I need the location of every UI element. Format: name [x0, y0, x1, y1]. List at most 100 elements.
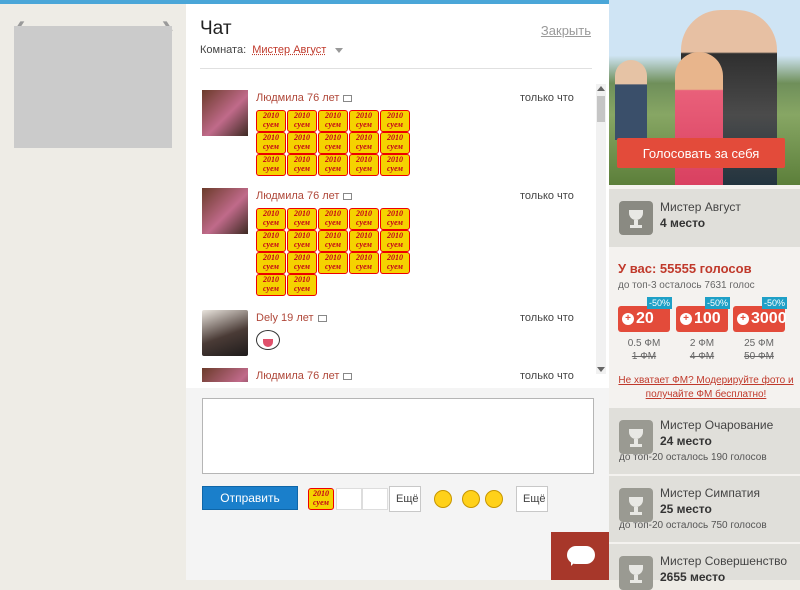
sticker: 2010 суем: [318, 132, 348, 154]
vote-price: 0.5 ФМ 1 ФМ: [618, 338, 670, 362]
left-gallery-panel: ❮ ❯: [0, 4, 186, 580]
author-name[interactable]: Людмила 76 лет: [256, 92, 339, 104]
price-old: 4 ФМ: [689, 351, 715, 362]
category-card[interactable]: Мистер Совершенство 2655 место: [609, 544, 800, 590]
message-time: только что: [520, 190, 574, 202]
discount-badge: -50%: [646, 297, 672, 309]
price-current: 0.5 ФМ: [627, 338, 661, 349]
category-rank: 25 место: [660, 502, 712, 516]
category-rank: 2655 место: [660, 570, 726, 584]
chevron-down-icon[interactable]: [335, 47, 344, 53]
photo-figure: [615, 60, 647, 140]
category-name: Мистер Симпатия: [660, 486, 760, 500]
message-author[interactable]: Dely 19 лет: [256, 312, 327, 324]
author-name[interactable]: Dely 19 лет: [256, 312, 314, 324]
scroll-down-icon[interactable]: [597, 367, 605, 372]
sticker: 2010 суем: [380, 132, 410, 154]
price-current: 25 ФМ: [744, 338, 774, 349]
room-label: Комната:: [200, 44, 247, 56]
message-time: только что: [520, 370, 574, 382]
smiley-icon[interactable]: [462, 490, 480, 508]
message-author[interactable]: Людмила 76 лет: [256, 92, 353, 104]
trophy-icon: [619, 420, 653, 454]
sticker: 2010 суем: [287, 230, 317, 252]
send-button[interactable]: Отправить: [202, 486, 298, 510]
sticker: 2010 суем: [349, 132, 379, 154]
avatar[interactable]: [202, 310, 248, 356]
sticker: 2010 суем: [349, 154, 379, 176]
vote-self-button[interactable]: Голосовать за себя: [617, 138, 785, 168]
chat-bubble-icon: [567, 546, 595, 566]
more-smileys-button[interactable]: Ещё: [516, 486, 548, 512]
trophy-icon: [619, 556, 653, 590]
category-name: Мистер Август: [660, 200, 741, 214]
sticker: 2010 суем: [349, 230, 379, 252]
sticker: 2010 суем: [380, 208, 410, 230]
avatar[interactable]: [202, 90, 248, 136]
contestant-photo[interactable]: Голосовать за себя: [609, 0, 800, 185]
message-time: только что: [520, 312, 574, 324]
sticker: 2010 суем: [287, 132, 317, 154]
scroll-thumb[interactable]: [597, 96, 605, 122]
mail-icon[interactable]: [343, 94, 353, 102]
sticker-pack-text[interactable]: [336, 488, 362, 510]
sticker: 2010 суем: [318, 252, 348, 274]
mail-icon[interactable]: [343, 192, 353, 200]
earn-fm-link[interactable]: Не хватает ФМ? Модерируйте фото и получа…: [618, 374, 794, 402]
sticker: 2010 суем: [380, 154, 410, 176]
avatar[interactable]: [202, 188, 248, 234]
smiley-icon[interactable]: [434, 490, 452, 508]
sticker-group: 2010 суем2010 суем2010 суем2010 суем2010…: [256, 110, 418, 176]
buy-votes-100-button[interactable]: + 100 -50%: [676, 297, 730, 332]
sticker-pack-2010[interactable]: 2010 суем: [308, 488, 334, 510]
vote-price: 2 ФМ 4 ФМ: [676, 338, 728, 362]
mail-icon[interactable]: [317, 314, 327, 322]
category-card[interactable]: Мистер Симпатия 25 место до топ-20 остал…: [609, 476, 800, 542]
sticker-group: 2010 суем2010 суем2010 суем2010 суем2010…: [256, 208, 418, 296]
sticker: 2010 суем: [318, 208, 348, 230]
room-name[interactable]: Мистер Август: [252, 44, 326, 56]
author-name[interactable]: Людмила 76 лет: [256, 370, 339, 382]
sticker: 2010 суем: [287, 208, 317, 230]
main-place-card: Мистер Август 4 место: [609, 189, 800, 247]
sticker-pack-super[interactable]: [362, 488, 388, 510]
sticker: 2010 суем: [256, 154, 286, 176]
buy-votes-3000-button[interactable]: + 3000 -50%: [733, 297, 787, 332]
sticker: 2010 суем: [349, 208, 379, 230]
chat-toggle-button[interactable]: [551, 532, 609, 580]
sticker: 2010 суем: [287, 154, 317, 176]
message-author[interactable]: Людмила 76 лет: [256, 370, 353, 382]
sticker: 2010 суем: [256, 208, 286, 230]
author-name[interactable]: Людмила 76 лет: [256, 190, 339, 202]
photo-placeholder[interactable]: [14, 26, 172, 148]
chat-title: Чат: [200, 18, 232, 39]
sticker: 2010 суем: [318, 154, 348, 176]
message-time: только что: [520, 92, 574, 104]
category-name: Мистер Совершенство: [660, 554, 788, 568]
room-selector[interactable]: Комната: Мистер Август: [200, 44, 344, 56]
category-note: до топ-20 осталось 190 голосов: [619, 452, 767, 463]
mail-icon[interactable]: [343, 372, 353, 380]
compose-area: Отправить 2010 суем Ещё Ещё: [186, 388, 609, 580]
message-author[interactable]: Людмила 76 лет: [256, 190, 353, 202]
category-card[interactable]: Мистер Очарование 24 место до топ-20 ост…: [609, 408, 800, 474]
avatar[interactable]: [202, 368, 248, 382]
sticker: 2010 суем: [287, 110, 317, 132]
close-chat-link[interactable]: Закрыть: [541, 23, 591, 38]
sticker: 2010 суем: [287, 252, 317, 274]
smiley-icon[interactable]: [485, 490, 503, 508]
sticker: 2010 суем: [380, 230, 410, 252]
sticker: 2010 суем: [380, 252, 410, 274]
category-name: Мистер Очарование: [660, 418, 774, 432]
message-scrollbar[interactable]: [596, 84, 606, 374]
trophy-icon: [619, 201, 653, 235]
message-input[interactable]: [202, 398, 594, 474]
message-list[interactable]: Людмила 76 лет только что 2010 суем2010 …: [200, 82, 606, 382]
category-rank: 24 место: [660, 434, 712, 448]
sticker: 2010 суем: [349, 110, 379, 132]
more-stickers-button[interactable]: Ещё: [389, 486, 421, 512]
plus-icon: +: [737, 313, 749, 325]
chat-panel: Чат Закрыть Комната: Мистер Август Людми…: [186, 4, 609, 580]
buy-votes-20-button[interactable]: + 20 -50%: [618, 297, 672, 332]
scroll-up-icon[interactable]: [597, 86, 605, 91]
